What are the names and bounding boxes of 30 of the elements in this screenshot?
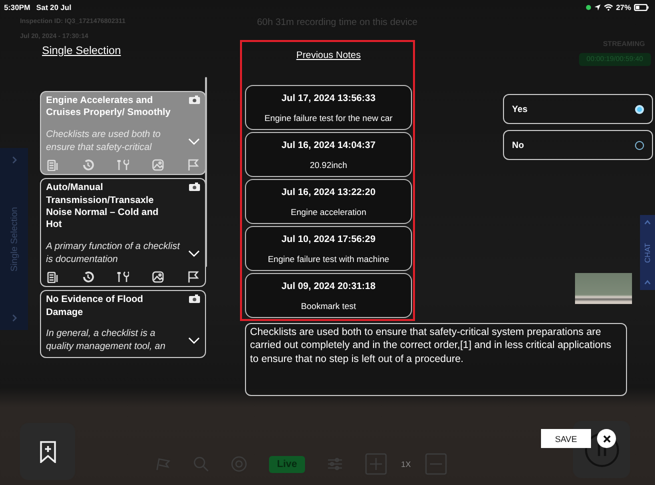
checklist-card[interactable]: No Evidence of Flood Damage In general, a checklist is a quality management tool, an — [40, 290, 206, 358]
note-input-field[interactable]: Checklists are used both to ensure that safety-critical system preparations are carried out completely and in the correct order,[1] and in less critical applications to ensure that no step is left out of a procedure. — [245, 323, 627, 396]
note-text: 20.92inch — [310, 160, 348, 170]
note-text: Engine failure test with machine — [268, 254, 390, 264]
note-card[interactable]: Jul 09, 2024 20:31:18 Bookmark test — [245, 273, 412, 318]
note-date: Jul 09, 2024 20:31:18 — [281, 281, 376, 292]
note-card[interactable]: Jul 17, 2024 13:56:33 Engine failure test for the new car — [245, 85, 412, 130]
answer-option[interactable]: No — [503, 130, 653, 160]
checklist-item-description: Checklists are used both to ensure that safety-critical — [46, 128, 162, 154]
answer-option[interactable]: Yes — [503, 94, 653, 124]
note-date: Jul 17, 2024 13:56:33 — [281, 93, 376, 104]
note-text: Engine acceleration — [290, 207, 366, 217]
checklist-item-description: A primary function of a checklist is documentation — [46, 240, 180, 266]
note-date: Jul 16, 2024 13:22:20 — [281, 187, 376, 198]
save-button[interactable]: SAVE — [541, 429, 591, 448]
checklist-item-title: Engine Accelerates and Cruises Properly/ Smoothly — [46, 95, 171, 120]
checklist-item-title: No Evidence of Flood Damage — [46, 294, 144, 319]
note-card[interactable]: Jul 10, 2024 17:56:29 Engine failure test with machine — [245, 226, 412, 271]
previous-notes-title: Previous Notes — [296, 50, 361, 61]
checklist-title: Single Selection — [42, 45, 121, 57]
note-text: Bookmark test — [301, 301, 356, 311]
note-date: Jul 16, 2024 14:04:37 — [281, 140, 376, 151]
zoom-level: 1X — [401, 460, 411, 468]
checklist-card[interactable]: Auto/Manual Transmission/Transaxle Noise Normal – Cold and Hot A primary function of a checklist is documentation — [40, 178, 206, 288]
note-card[interactable]: Jul 16, 2024 13:22:20 Engine acceleration — [245, 179, 412, 224]
note-text: Engine failure test for the new car — [264, 113, 393, 123]
note-date: Jul 10, 2024 17:56:29 — [281, 234, 376, 245]
checklist-item-description: In general, a checklist is a quality management tool, an — [46, 328, 166, 354]
note-card[interactable]: Jul 16, 2024 14:04:37 20.92inch — [245, 132, 412, 177]
checklist-item-title: Auto/Manual Transmission/Transaxle Noise Normal – Cold and Hot — [46, 182, 160, 232]
